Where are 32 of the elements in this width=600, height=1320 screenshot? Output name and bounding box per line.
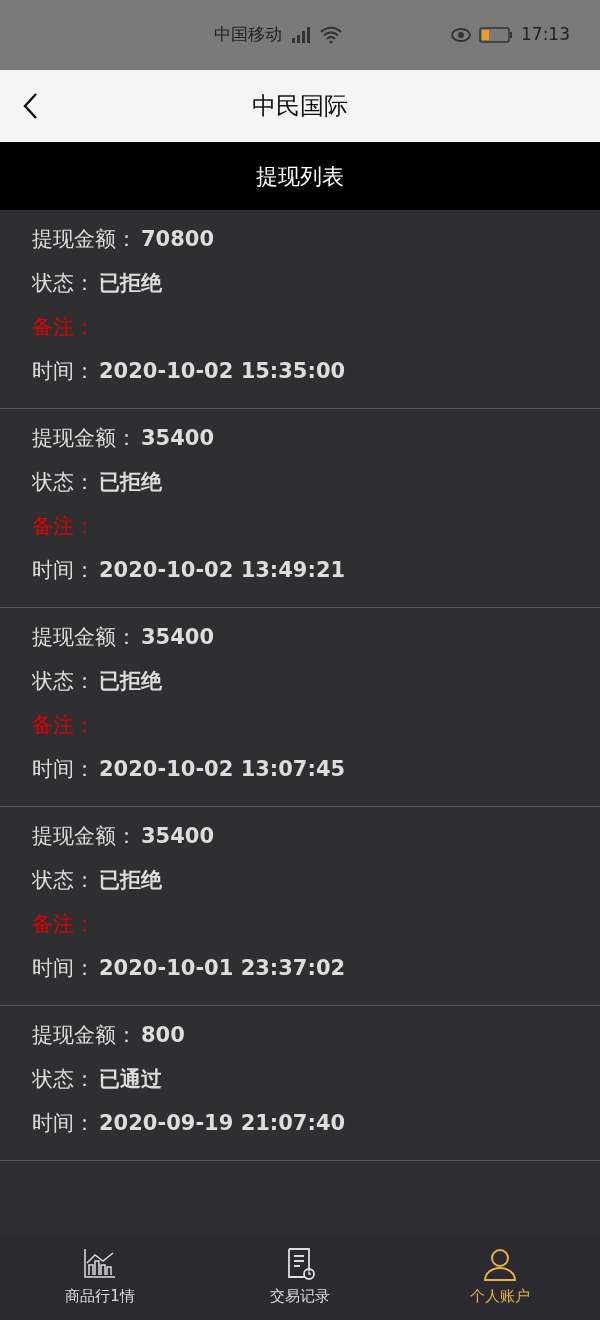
note-label: 备注： — [32, 911, 96, 938]
record-field: 提现金额： 35400 — [32, 620, 568, 664]
record-field: 时间： 2020-09-19 21:07:40 — [32, 1106, 568, 1150]
record-field: 时间： 2020-10-02 13:07:45 — [32, 752, 568, 796]
eye-icon — [451, 28, 471, 42]
note-label: 备注： — [32, 712, 96, 739]
record-field: 状态： 已拒绝 — [32, 266, 568, 310]
battery-icon — [479, 27, 513, 43]
nav-tab[interactable]: 商品行1情 — [0, 1235, 200, 1320]
section-title: 提现列表 — [256, 162, 344, 191]
signal-icon — [290, 26, 312, 44]
record-field: 状态： 已拒绝 — [32, 664, 568, 708]
record-field: 状态： 已通过 — [32, 1062, 568, 1106]
record-field: 提现金额： 35400 — [32, 819, 568, 863]
wifi-icon — [320, 26, 342, 44]
record-field: 提现金额： 800 — [32, 1018, 568, 1062]
carrier-name: 中国移动 — [214, 23, 282, 47]
person-icon — [482, 1247, 518, 1284]
record-field: 提现金额： 35400 — [32, 421, 568, 465]
note-label: 备注： — [32, 513, 96, 540]
clock-time: 17:13 — [521, 23, 570, 47]
record-field: 状态： 已拒绝 — [32, 863, 568, 907]
record-field: 状态： 已拒绝 — [32, 465, 568, 509]
record-field: 时间： 2020-10-02 13:49:21 — [32, 553, 568, 597]
record-field: 时间： 2020-10-02 15:35:00 — [32, 354, 568, 398]
record-field: 时间： 2020-10-01 23:37:02 — [32, 951, 568, 995]
note-label: 备注： — [32, 314, 96, 341]
record-field: 提现金额： 70800 — [32, 222, 568, 266]
nav-tab[interactable]: 交易记录 — [200, 1235, 400, 1320]
nav-tab[interactable]: 个人账户 — [400, 1235, 600, 1320]
back-icon[interactable] — [22, 92, 38, 120]
page-title: 中民国际 — [252, 91, 348, 122]
